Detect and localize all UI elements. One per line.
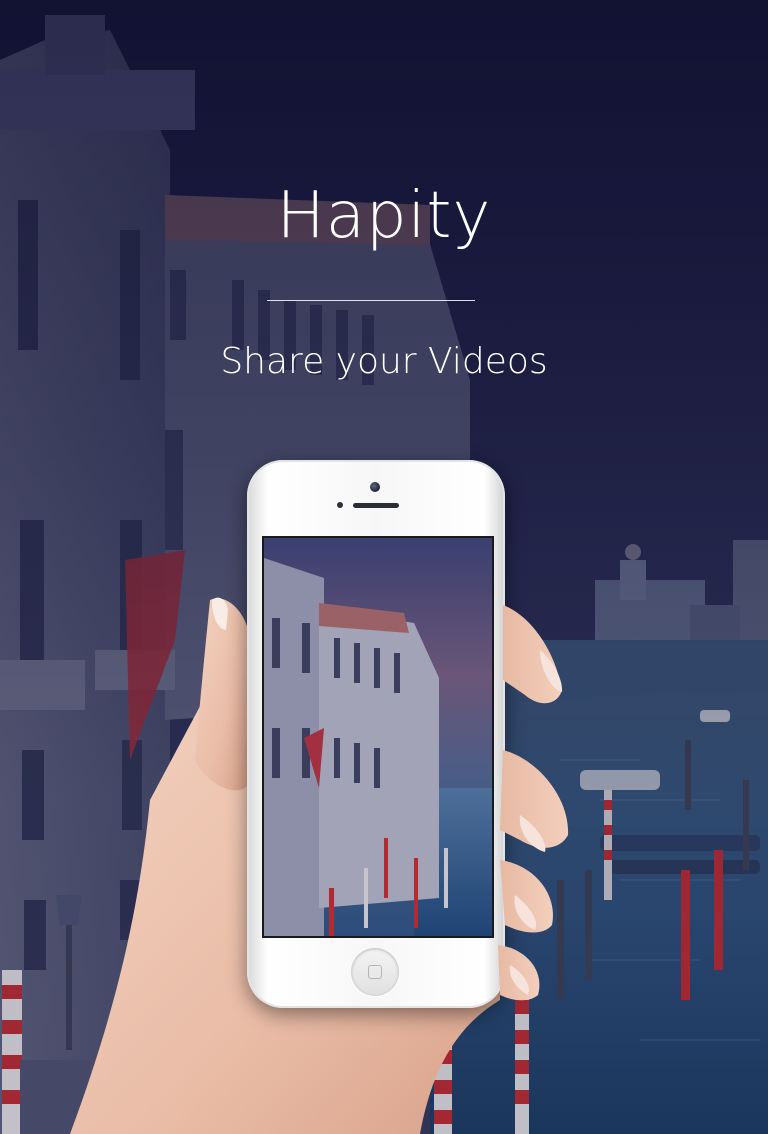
app-title: Hapity	[276, 179, 492, 253]
home-square-icon	[368, 965, 382, 979]
home-button-icon	[351, 948, 399, 996]
splash-screen: Hapity Share your Videos	[0, 0, 768, 1134]
smartphone-illustration	[247, 460, 505, 1008]
phone-camera-icon	[370, 482, 380, 492]
app-tagline: Share your Videos	[220, 341, 548, 382]
title-divider	[267, 300, 475, 301]
phone-speaker	[353, 503, 399, 508]
phone-screen-preview	[262, 536, 494, 938]
phone-sensor	[337, 502, 343, 508]
